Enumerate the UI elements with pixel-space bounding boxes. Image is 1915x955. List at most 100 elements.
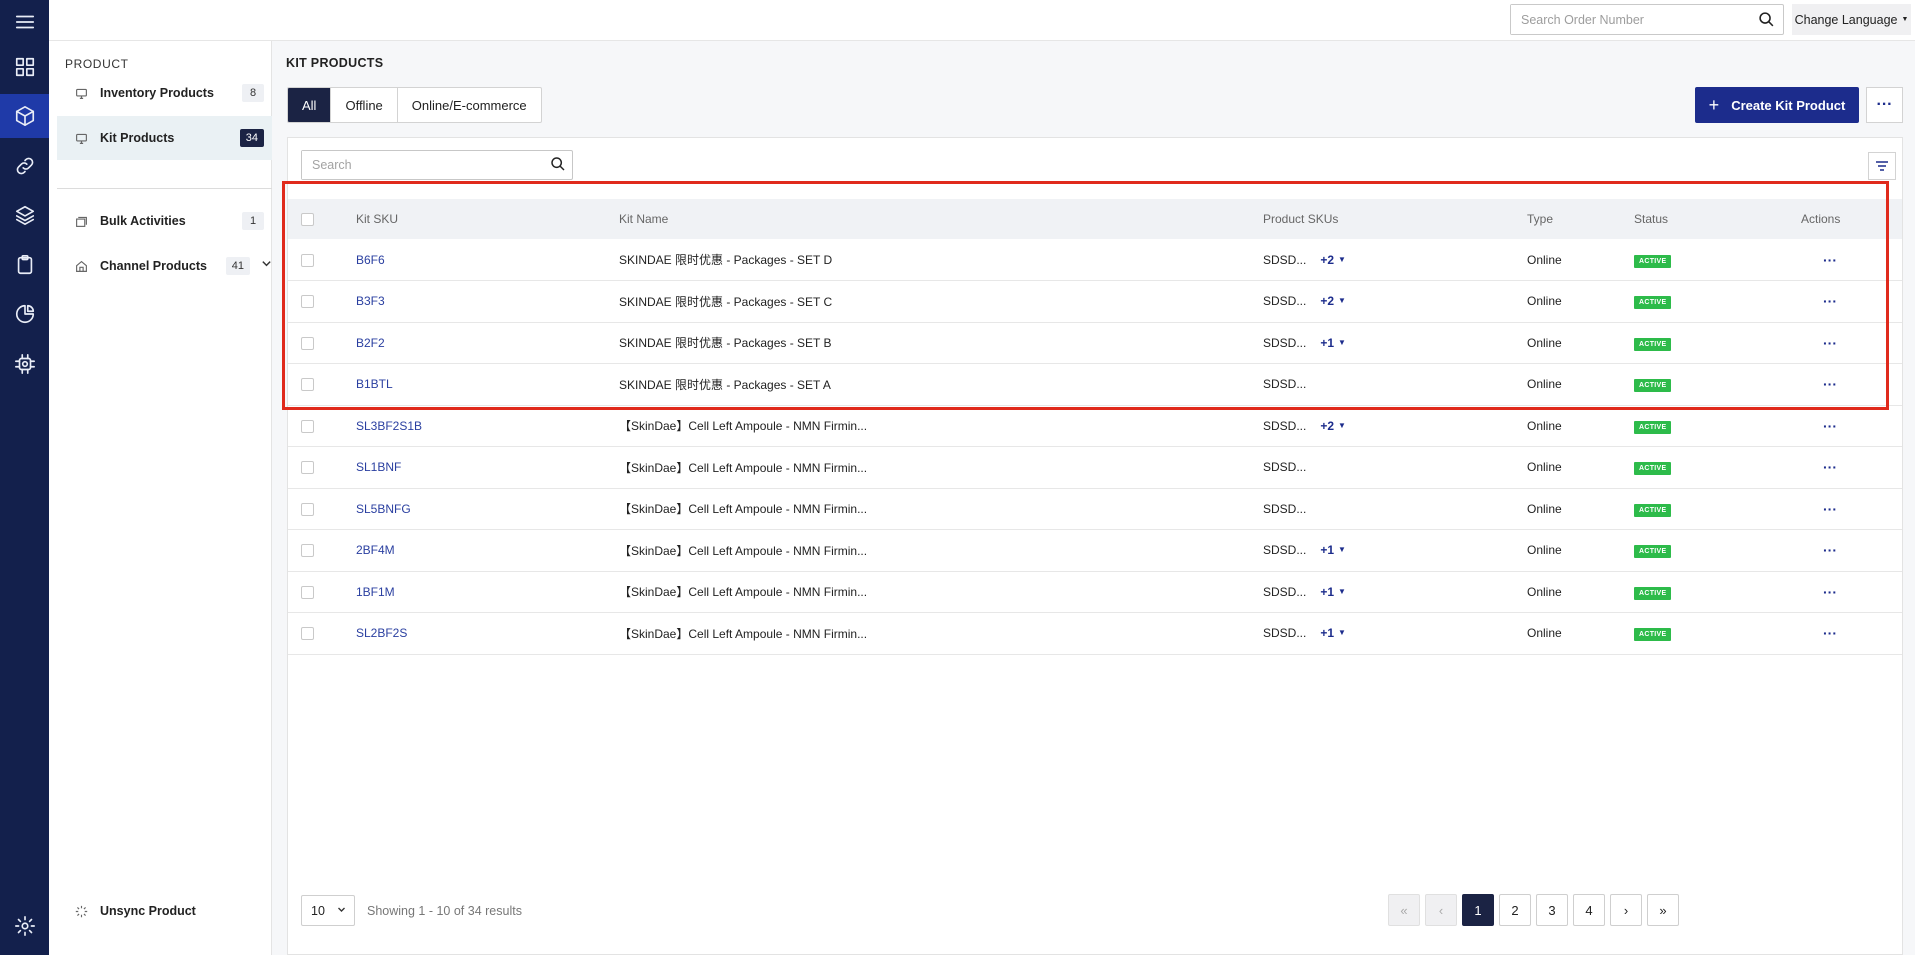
unsync-product-button[interactable]: Unsync Product bbox=[57, 889, 272, 933]
row-checkbox[interactable] bbox=[301, 295, 314, 309]
kit-sku-link[interactable]: 2BF4M bbox=[356, 543, 395, 557]
row-checkbox[interactable] bbox=[301, 336, 314, 350]
list-search-input[interactable] bbox=[302, 151, 532, 179]
table-row[interactable]: 1BF1M 【SkinDae】Cell Left Ampoule - NMN F… bbox=[288, 571, 1902, 613]
table-row[interactable]: SL3BF2S1B 【SkinDae】Cell Left Ampoule - N… bbox=[288, 405, 1902, 447]
clipboard-icon[interactable] bbox=[0, 243, 49, 287]
page-size-select[interactable]: 10 bbox=[301, 895, 355, 926]
row-checkbox[interactable] bbox=[301, 253, 314, 267]
create-kit-product-button[interactable]: + Create Kit Product bbox=[1695, 87, 1859, 123]
row-actions-button[interactable]: ··· bbox=[1823, 335, 1837, 351]
more-skus-toggle[interactable]: +1 ▼ bbox=[1320, 543, 1346, 557]
create-kit-product-label: Create Kit Product bbox=[1731, 97, 1846, 113]
table-row[interactable]: B1BTL SKINDAE 限时优惠 - Packages - SET A SD… bbox=[288, 364, 1902, 405]
more-skus-toggle[interactable]: +2 ▼ bbox=[1320, 419, 1346, 433]
link-icon[interactable] bbox=[0, 144, 49, 188]
column-header-type[interactable]: Type bbox=[1527, 199, 1634, 239]
tab-online-ecommerce[interactable]: Online/E-commerce bbox=[396, 88, 541, 122]
row-checkbox[interactable] bbox=[301, 627, 314, 641]
page-3-button[interactable]: 3 bbox=[1536, 894, 1568, 926]
column-header-kit-name[interactable]: Kit Name bbox=[619, 199, 1263, 239]
pie-chart-icon[interactable] bbox=[0, 292, 49, 336]
row-actions-button[interactable]: ··· bbox=[1823, 584, 1837, 600]
kit-sku-link[interactable]: SL1BNF bbox=[356, 460, 401, 474]
change-language-dropdown[interactable]: Change Language ▼ bbox=[1792, 4, 1911, 35]
first-page-button[interactable]: « bbox=[1388, 894, 1420, 926]
chevron-down-icon[interactable] bbox=[261, 258, 272, 272]
more-skus-toggle[interactable]: +2 ▼ bbox=[1320, 253, 1346, 267]
page-1-button[interactable]: 1 bbox=[1462, 894, 1494, 926]
row-checkbox[interactable] bbox=[301, 585, 314, 599]
row-checkbox[interactable] bbox=[301, 419, 314, 433]
kit-sku-link[interactable]: SL2BF2S bbox=[356, 626, 407, 640]
column-header-kit-sku[interactable]: Kit SKU bbox=[356, 199, 619, 239]
row-actions-button[interactable]: ··· bbox=[1823, 459, 1837, 475]
search-icon[interactable] bbox=[1758, 11, 1775, 33]
kit-sku-link[interactable]: B6F6 bbox=[356, 253, 385, 267]
product-skus: SDSD... bbox=[1263, 377, 1307, 392]
status-badge: ACTIVE bbox=[1634, 379, 1672, 393]
row-actions-button[interactable]: ··· bbox=[1823, 252, 1837, 268]
kit-sku-link[interactable]: B2F2 bbox=[356, 336, 385, 350]
kit-name: 【SkinDae】Cell Left Ampoule - NMN Firmin.… bbox=[619, 502, 868, 517]
row-actions-button[interactable]: ··· bbox=[1823, 418, 1837, 434]
sidebar-header: PRODUCT bbox=[65, 57, 129, 71]
dashboard-icon[interactable] bbox=[0, 45, 49, 89]
kit-sku-link[interactable]: B3F3 bbox=[356, 294, 385, 308]
row-checkbox[interactable] bbox=[301, 378, 314, 392]
settings-gear-icon[interactable] bbox=[0, 904, 49, 948]
sidebar-item-channel-products[interactable]: Channel Products 41 bbox=[57, 244, 272, 288]
filter-icon bbox=[1876, 161, 1888, 171]
sidebar-item-bulk-activities[interactable]: Bulk Activities 1 bbox=[57, 199, 272, 243]
product-skus: SDSD... bbox=[1263, 252, 1307, 267]
more-skus-toggle[interactable]: +1 ▼ bbox=[1320, 626, 1346, 640]
tab-all[interactable]: All bbox=[288, 88, 331, 122]
sidebar-item-inventory-products[interactable]: Inventory Products 8 bbox=[57, 71, 272, 115]
page-2-button[interactable]: 2 bbox=[1499, 894, 1531, 926]
table-row[interactable]: B3F3 SKINDAE 限时优惠 - Packages - SET C SDS… bbox=[288, 281, 1902, 322]
integration-icon[interactable] bbox=[0, 342, 49, 386]
table-row[interactable]: SL1BNF 【SkinDae】Cell Left Ampoule - NMN … bbox=[288, 447, 1902, 488]
type-value: Online bbox=[1527, 335, 1562, 350]
kit-sku-link[interactable]: SL3BF2S1B bbox=[356, 419, 422, 433]
prev-page-button[interactable]: ‹ bbox=[1425, 894, 1457, 926]
row-checkbox[interactable] bbox=[301, 544, 314, 558]
row-checkbox[interactable] bbox=[301, 502, 314, 516]
row-checkbox[interactable] bbox=[301, 461, 314, 475]
tab-offline[interactable]: Offline bbox=[330, 88, 396, 122]
product-box-icon[interactable] bbox=[0, 94, 49, 138]
kit-sku-link[interactable]: SL5BNFG bbox=[356, 502, 411, 516]
row-actions-button[interactable]: ··· bbox=[1823, 625, 1837, 641]
order-search-input[interactable] bbox=[1511, 5, 1741, 34]
column-header-product-skus[interactable]: Product SKUs bbox=[1263, 199, 1527, 239]
table-row[interactable]: B2F2 SKINDAE 限时优惠 - Packages - SET B SDS… bbox=[288, 322, 1902, 364]
store-icon bbox=[75, 260, 88, 273]
filter-button[interactable] bbox=[1868, 152, 1896, 180]
search-icon[interactable] bbox=[550, 156, 566, 177]
next-page-button[interactable]: › bbox=[1610, 894, 1642, 926]
more-skus-toggle[interactable]: +1 ▼ bbox=[1320, 585, 1346, 599]
layers-icon[interactable] bbox=[0, 193, 49, 237]
pagination: « ‹ 1 2 3 4 › » bbox=[1383, 894, 1679, 926]
last-page-button[interactable]: » bbox=[1647, 894, 1679, 926]
sidebar-item-kit-products[interactable]: Kit Products 34 bbox=[57, 116, 272, 160]
row-actions-button[interactable]: ··· bbox=[1823, 376, 1837, 392]
more-skus-toggle[interactable]: +1 ▼ bbox=[1320, 336, 1346, 350]
kit-sku-link[interactable]: B1BTL bbox=[356, 377, 393, 391]
caret-down-icon: ▼ bbox=[1338, 545, 1346, 555]
row-actions-button[interactable]: ··· bbox=[1823, 501, 1837, 517]
more-skus-toggle[interactable]: +2 ▼ bbox=[1320, 294, 1346, 308]
table-row[interactable]: 2BF4M 【SkinDae】Cell Left Ampoule - NMN F… bbox=[288, 530, 1902, 571]
page-4-button[interactable]: 4 bbox=[1573, 894, 1605, 926]
more-options-button[interactable]: ··· bbox=[1866, 87, 1903, 123]
menu-icon[interactable] bbox=[0, 0, 49, 44]
select-all-checkbox[interactable] bbox=[301, 213, 314, 227]
table-row[interactable]: SL2BF2S 【SkinDae】Cell Left Ampoule - NMN… bbox=[288, 613, 1902, 654]
row-actions-button[interactable]: ··· bbox=[1823, 293, 1837, 309]
kit-name: 【SkinDae】Cell Left Ampoule - NMN Firmin.… bbox=[619, 419, 868, 434]
row-actions-button[interactable]: ··· bbox=[1823, 542, 1837, 558]
table-row[interactable]: SL5BNFG 【SkinDae】Cell Left Ampoule - NMN… bbox=[288, 488, 1902, 530]
column-header-status[interactable]: Status bbox=[1634, 199, 1801, 239]
kit-sku-link[interactable]: 1BF1M bbox=[356, 585, 395, 599]
table-row[interactable]: B6F6 SKINDAE 限时优惠 - Packages - SET D SDS… bbox=[288, 239, 1902, 281]
